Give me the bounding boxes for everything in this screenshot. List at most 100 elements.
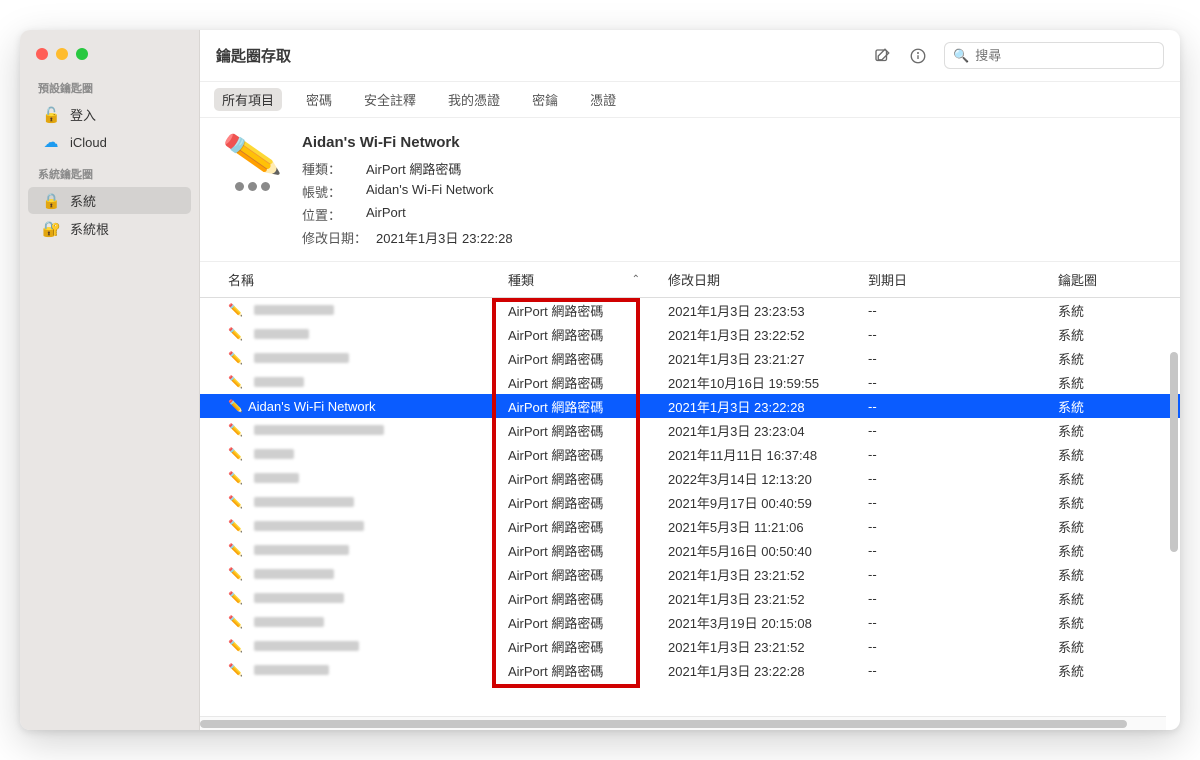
sidebar-item-system[interactable]: 🔒 系統: [28, 187, 191, 214]
search-input[interactable]: [975, 48, 1155, 63]
row-modified: 2021年3月19日 20:15:08: [658, 610, 858, 635]
category-tabs: 所有項目 密碼 安全註釋 我的憑證 密鑰 憑證: [200, 82, 1180, 118]
detail-where-label: 位置：: [302, 205, 366, 224]
row-modified: 2021年1月3日 23:23:53: [658, 298, 858, 323]
row-name-redacted: [254, 593, 344, 603]
vertical-scrollbar[interactable]: [1170, 352, 1178, 552]
horizontal-scrollbar-track: [200, 716, 1166, 730]
sidebar-header-system: 系統鑰匙圈: [20, 156, 199, 186]
row-name-redacted: [254, 329, 309, 339]
column-kind[interactable]: 種類 ⌃: [498, 267, 658, 292]
row-kind: AirPort 網路密碼: [498, 610, 658, 635]
row-keychain: 系統: [1048, 490, 1180, 515]
keychain-access-window: 預設鑰匙圈 🔓 登入 ☁︎ iCloud 系統鑰匙圈 🔒 系統 🔐 系統根 鑰匙…: [20, 30, 1180, 730]
search-field[interactable]: 🔍: [944, 42, 1164, 69]
row-name-redacted: [254, 473, 299, 483]
column-name[interactable]: 名稱: [200, 267, 498, 292]
sidebar-item-label: 系統根: [70, 219, 109, 238]
pencil-icon: ✏️: [228, 663, 242, 677]
minimize-button[interactable]: [56, 48, 68, 60]
row-expires: --: [858, 588, 1048, 609]
pencil-icon: ✏️: [228, 567, 242, 581]
row-modified: 2021年1月3日 23:21:52: [658, 634, 858, 659]
row-name-redacted: [254, 617, 324, 627]
detail-modified-label: 修改日期：: [302, 228, 376, 247]
pencil-icon: ✏️: [221, 130, 283, 183]
row-keychain: 系統: [1048, 658, 1180, 683]
tab-secure-notes[interactable]: 安全註釋: [356, 88, 424, 111]
tab-keys[interactable]: 密鑰: [524, 88, 566, 111]
row-keychain: 系統: [1048, 634, 1180, 659]
row-expires: --: [858, 348, 1048, 369]
detail-account-label: 帳號：: [302, 182, 366, 201]
row-name-redacted: [254, 497, 354, 507]
sidebar-item-login[interactable]: 🔓 登入: [28, 101, 191, 128]
row-kind: AirPort 網路密碼: [498, 514, 658, 539]
table-row[interactable]: ✏️AirPort 網路密碼2021年1月3日 23:22:28--系統: [200, 658, 1180, 682]
tab-all-items[interactable]: 所有項目: [214, 88, 282, 111]
pencil-icon: ✏️: [228, 327, 242, 341]
table-row[interactable]: ✏️AirPort 網路密碼2021年1月3日 23:22:52--系統: [200, 322, 1180, 346]
row-modified: 2021年1月3日 23:21:52: [658, 586, 858, 611]
table-row[interactable]: ✏️AirPort 網路密碼2021年1月3日 23:21:52--系統: [200, 562, 1180, 586]
maximize-button[interactable]: [76, 48, 88, 60]
items-table: 名稱 種類 ⌃ 修改日期 到期日 鑰匙圈 ✏️AirPort 網路密碼2021年…: [200, 262, 1180, 730]
table-row[interactable]: ✏️AirPort 網路密碼2021年5月3日 11:21:06--系統: [200, 514, 1180, 538]
row-name-redacted: [254, 641, 359, 651]
row-expires: --: [858, 324, 1048, 345]
table-row[interactable]: ✏️AirPort 網路密碼2021年1月3日 23:21:27--系統: [200, 346, 1180, 370]
table-row[interactable]: ✏️AirPort 網路密碼2021年11月11日 16:37:48--系統: [200, 442, 1180, 466]
pencil-icon: ✏️: [228, 303, 242, 317]
row-kind: AirPort 網路密碼: [498, 346, 658, 371]
sidebar-item-icloud[interactable]: ☁︎ iCloud: [28, 129, 191, 155]
toolbar: 鑰匙圈存取 🔍: [200, 30, 1180, 82]
row-modified: 2021年5月16日 00:50:40: [658, 538, 858, 563]
pencil-icon: ✏️: [228, 447, 242, 461]
table-row[interactable]: ✏️ Aidan's Wi-Fi NetworkAirPort 網路密碼2021…: [200, 394, 1180, 418]
row-expires: --: [858, 636, 1048, 657]
table-row[interactable]: ✏️AirPort 網路密碼2021年9月17日 00:40:59--系統: [200, 490, 1180, 514]
table-row[interactable]: ✏️ AirPort 網路密碼2021年3月19日 20:15:08--系統: [200, 610, 1180, 634]
row-modified: 2021年1月3日 23:22:28: [658, 658, 858, 683]
pencil-icon: ✏️: [228, 639, 242, 653]
table-row[interactable]: ✏️AirPort 網路密碼2021年1月3日 23:23:04--系統: [200, 418, 1180, 442]
row-modified: 2021年5月3日 11:21:06: [658, 514, 858, 539]
sidebar-item-system-roots[interactable]: 🔐 系統根: [28, 215, 191, 242]
row-expires: --: [858, 612, 1048, 633]
column-modified[interactable]: 修改日期: [658, 267, 858, 292]
pencil-icon: ✏️: [228, 615, 242, 629]
row-kind: AirPort 網路密碼: [498, 634, 658, 659]
row-keychain: 系統: [1048, 586, 1180, 611]
info-button[interactable]: [904, 42, 932, 70]
sidebar-item-label: iCloud: [70, 135, 107, 150]
row-modified: 2021年10月16日 19:59:55: [658, 370, 858, 395]
table-row[interactable]: ✏️AirPort 網路密碼2021年1月3日 23:21:52--系統: [200, 586, 1180, 610]
main-content: 鑰匙圈存取 🔍 所有項目 密碼 安全註釋 我的憑證 密鑰 憑證: [200, 30, 1180, 730]
table-row[interactable]: ✏️ AirPort 網路密碼2021年1月3日 23:21:52--系統: [200, 634, 1180, 658]
row-expires: --: [858, 300, 1048, 321]
row-expires: --: [858, 540, 1048, 561]
tab-certificates[interactable]: 憑證: [582, 88, 624, 111]
row-name-redacted: [254, 353, 349, 363]
table-body[interactable]: ✏️AirPort 網路密碼2021年1月3日 23:23:53--系統✏️Ai…: [200, 298, 1180, 693]
table-row[interactable]: ✏️AirPort 網路密碼2021年10月16日 19:59:55--系統: [200, 370, 1180, 394]
row-keychain: 系統: [1048, 610, 1180, 635]
close-button[interactable]: [36, 48, 48, 60]
table-row[interactable]: ✏️AirPort 網路密碼2021年5月16日 00:50:40--系統: [200, 538, 1180, 562]
table-row[interactable]: ✏️AirPort 網路密碼2022年3月14日 12:13:20--系統: [200, 466, 1180, 490]
row-modified: 2021年11月11日 16:37:48: [658, 442, 858, 467]
pencil-icon: ✏️: [228, 375, 242, 389]
row-modified: 2021年9月17日 00:40:59: [658, 490, 858, 515]
compose-button[interactable]: [868, 42, 896, 70]
column-expires[interactable]: 到期日: [858, 267, 1048, 292]
row-name: Aidan's Wi-Fi Network: [248, 399, 375, 414]
row-keychain: 系統: [1048, 418, 1180, 443]
horizontal-scrollbar[interactable]: [200, 720, 1127, 728]
tab-my-certificates[interactable]: 我的憑證: [440, 88, 508, 111]
row-name-redacted: [254, 449, 294, 459]
table-row[interactable]: ✏️AirPort 網路密碼2021年1月3日 23:23:53--系統: [200, 298, 1180, 322]
tab-passwords[interactable]: 密碼: [298, 88, 340, 111]
row-kind: AirPort 網路密碼: [498, 490, 658, 515]
column-keychain[interactable]: 鑰匙圈: [1048, 267, 1180, 292]
row-kind: AirPort 網路密碼: [498, 418, 658, 443]
